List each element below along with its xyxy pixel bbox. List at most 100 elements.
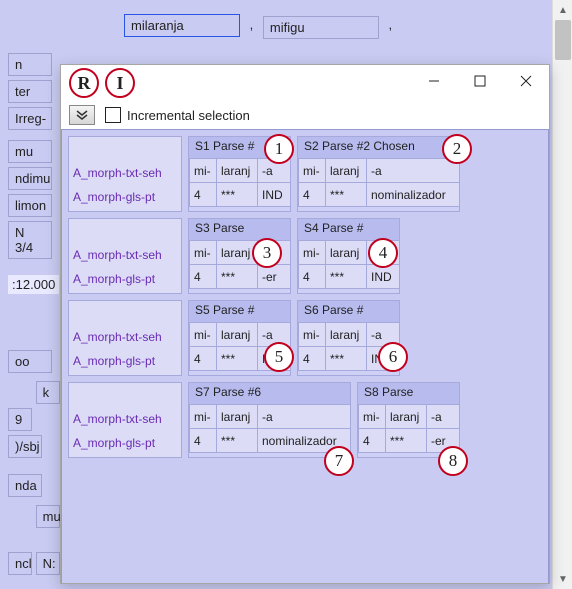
dialog-body: A_morph-txt-seh A_morph-gls-pt S1 Parse … bbox=[61, 129, 549, 583]
label-morph-gls: A_morph-gls-pt bbox=[69, 267, 181, 291]
cell: -a bbox=[426, 405, 460, 429]
cell: -a bbox=[257, 405, 351, 429]
bg-row-mu: mu bbox=[8, 140, 52, 163]
cell: laranj bbox=[325, 323, 367, 347]
cell: -a bbox=[366, 159, 460, 183]
cell: mi- bbox=[189, 405, 217, 429]
cell: laranj bbox=[216, 323, 258, 347]
bg-foot-nda: nda bbox=[8, 474, 42, 497]
cell: 4 bbox=[189, 429, 217, 453]
label-morph-gls: A_morph-gls-pt bbox=[69, 349, 181, 373]
title-letter-i: I bbox=[105, 68, 135, 98]
annotation-circle-8: 8 bbox=[438, 446, 468, 476]
minimize-button[interactable] bbox=[411, 65, 457, 97]
parse-dialog: R I Incremental selection bbox=[60, 64, 550, 584]
annotation-circle-2: 2 bbox=[442, 134, 472, 164]
label-morph-gls: A_morph-gls-pt bbox=[69, 185, 181, 209]
dropdown-button[interactable] bbox=[69, 105, 95, 125]
bg-row-ndimu: ndimu bbox=[8, 167, 52, 190]
title-letter-r: R bbox=[69, 68, 99, 98]
annotation-circle-5: 5 bbox=[264, 342, 294, 372]
cell: mi- bbox=[189, 241, 217, 265]
label-morph-txt: A_morph-txt-seh bbox=[69, 407, 181, 431]
scroll-down-arrow[interactable]: ▼ bbox=[553, 569, 572, 589]
cell: -er bbox=[257, 265, 291, 289]
label-morph-txt: A_morph-txt-seh bbox=[69, 325, 181, 349]
cell: *** bbox=[216, 265, 258, 289]
dialog-titlebar[interactable]: R I bbox=[61, 65, 549, 101]
cell: IND bbox=[366, 265, 400, 289]
annotation-circle-3: 3 bbox=[252, 238, 282, 268]
bg-row-n: n bbox=[8, 53, 52, 76]
bg-input-2[interactable]: mifigu bbox=[263, 16, 379, 39]
bg-foot-sbj: )/sbj bbox=[8, 435, 42, 458]
annotation-circle-7: 7 bbox=[324, 446, 354, 476]
cell: mi- bbox=[189, 159, 217, 183]
cell: laranj bbox=[385, 405, 427, 429]
cell: 4 bbox=[298, 265, 326, 289]
parse-head: S7 Parse #6 bbox=[189, 383, 350, 405]
annotation-circle-4: 4 bbox=[368, 238, 398, 268]
cell: mi- bbox=[189, 323, 217, 347]
maximize-button[interactable] bbox=[457, 65, 503, 97]
minimize-icon bbox=[428, 75, 440, 87]
cell: *** bbox=[216, 347, 258, 371]
parse-block-7[interactable]: S7 Parse #6 mi- laranj -a 4 *** nominali… bbox=[188, 382, 351, 458]
scroll-up-arrow[interactable]: ▲ bbox=[553, 0, 572, 20]
cell: mi- bbox=[298, 159, 326, 183]
parse-block-8[interactable]: S8 Parse mi- laranj -a 4 *** -er bbox=[357, 382, 460, 458]
main-vertical-scrollbar[interactable]: ▲ ▼ bbox=[552, 0, 572, 589]
cell: 4 bbox=[189, 265, 217, 289]
bg-foot-N: N: bbox=[36, 552, 60, 575]
cell: laranj bbox=[325, 159, 367, 183]
cell: laranj bbox=[216, 405, 258, 429]
row-labels: A_morph-txt-seh A_morph-gls-pt bbox=[68, 300, 182, 376]
close-icon bbox=[520, 75, 532, 87]
incremental-selection-label: Incremental selection bbox=[127, 108, 250, 123]
bg-foot-9: 9 bbox=[8, 408, 32, 431]
cell: 4 bbox=[189, 347, 217, 371]
chevron-double-down-icon bbox=[75, 110, 89, 120]
bg-comma-1: , bbox=[244, 14, 260, 35]
dialog-toolbar: Incremental selection bbox=[61, 101, 549, 129]
annotation-circle-1: 1 bbox=[264, 134, 294, 164]
cell: 4 bbox=[358, 429, 386, 453]
bg-row-limon: limon bbox=[8, 194, 52, 217]
cell: laranj bbox=[325, 241, 367, 265]
parse-head: S2 Parse #2 Chosen bbox=[298, 137, 459, 159]
incremental-selection-checkbox[interactable]: Incremental selection bbox=[105, 107, 250, 123]
close-button[interactable] bbox=[503, 65, 549, 97]
cell: nominalizador bbox=[366, 183, 460, 207]
parse-block-2[interactable]: S2 Parse #2 Chosen mi- laranj -a 4 *** n… bbox=[297, 136, 460, 212]
bg-time-label: :12.000 bbox=[8, 275, 59, 294]
parse-head: S6 Parse # bbox=[298, 301, 399, 323]
bg-row-irreg: Irreg- bbox=[8, 107, 52, 130]
maximize-icon bbox=[474, 75, 486, 87]
cell: *** bbox=[325, 347, 367, 371]
parse-head: S8 Parse bbox=[358, 383, 459, 405]
row-labels: A_morph-txt-seh A_morph-gls-pt bbox=[68, 382, 182, 458]
parse-head: S3 Parse bbox=[189, 219, 290, 241]
bg-comma-2: , bbox=[383, 14, 399, 35]
bg-foot-k: k bbox=[36, 381, 60, 404]
bg-row-ter: ter bbox=[8, 80, 52, 103]
label-morph-txt: A_morph-txt-seh bbox=[69, 161, 181, 185]
label-morph-gls: A_morph-gls-pt bbox=[69, 431, 181, 455]
cell: mi- bbox=[298, 241, 326, 265]
cell: *** bbox=[216, 183, 258, 207]
cell: *** bbox=[325, 183, 367, 207]
cell: *** bbox=[216, 429, 258, 453]
cell: *** bbox=[325, 265, 367, 289]
cell: 4 bbox=[298, 183, 326, 207]
row-labels: A_morph-txt-seh A_morph-gls-pt bbox=[68, 218, 182, 294]
bg-row-n34: N 3/4 bbox=[8, 221, 52, 259]
cell: 4 bbox=[189, 183, 217, 207]
cell: mi- bbox=[358, 405, 386, 429]
bg-foot-mu2: mu bbox=[36, 505, 60, 528]
bg-foot-ncl: ncl bbox=[8, 552, 32, 575]
bg-foot-oo: oo bbox=[8, 350, 52, 373]
parse-head: S5 Parse # bbox=[189, 301, 290, 323]
scroll-thumb[interactable] bbox=[555, 20, 571, 60]
cell: *** bbox=[385, 429, 427, 453]
bg-input-1[interactable]: milaranja bbox=[124, 14, 240, 37]
